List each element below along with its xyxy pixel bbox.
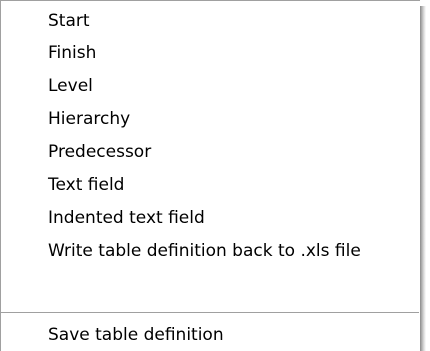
- menu-item-finish[interactable]: Finish: [1, 39, 419, 68]
- menu-item-predecessor[interactable]: Predecessor: [1, 138, 419, 167]
- menu-shadow: [420, 6, 426, 351]
- menu-item-level[interactable]: Level: [1, 72, 419, 101]
- menu-item-save-table-definition[interactable]: Save table definition: [1, 321, 419, 350]
- menu-item-start[interactable]: Start: [1, 7, 419, 36]
- menu-item-hierarchy[interactable]: Hierarchy: [1, 105, 419, 134]
- menu-item-write-table-definition[interactable]: Write table definition back to .xls file: [1, 237, 419, 266]
- menu-separator: [1, 312, 419, 314]
- context-menu: Start Finish Level Hierarchy Predecessor…: [0, 0, 420, 351]
- menu-item-indented-text-field[interactable]: Indented text field: [1, 204, 419, 233]
- menu-item-text-field[interactable]: Text field: [1, 171, 419, 200]
